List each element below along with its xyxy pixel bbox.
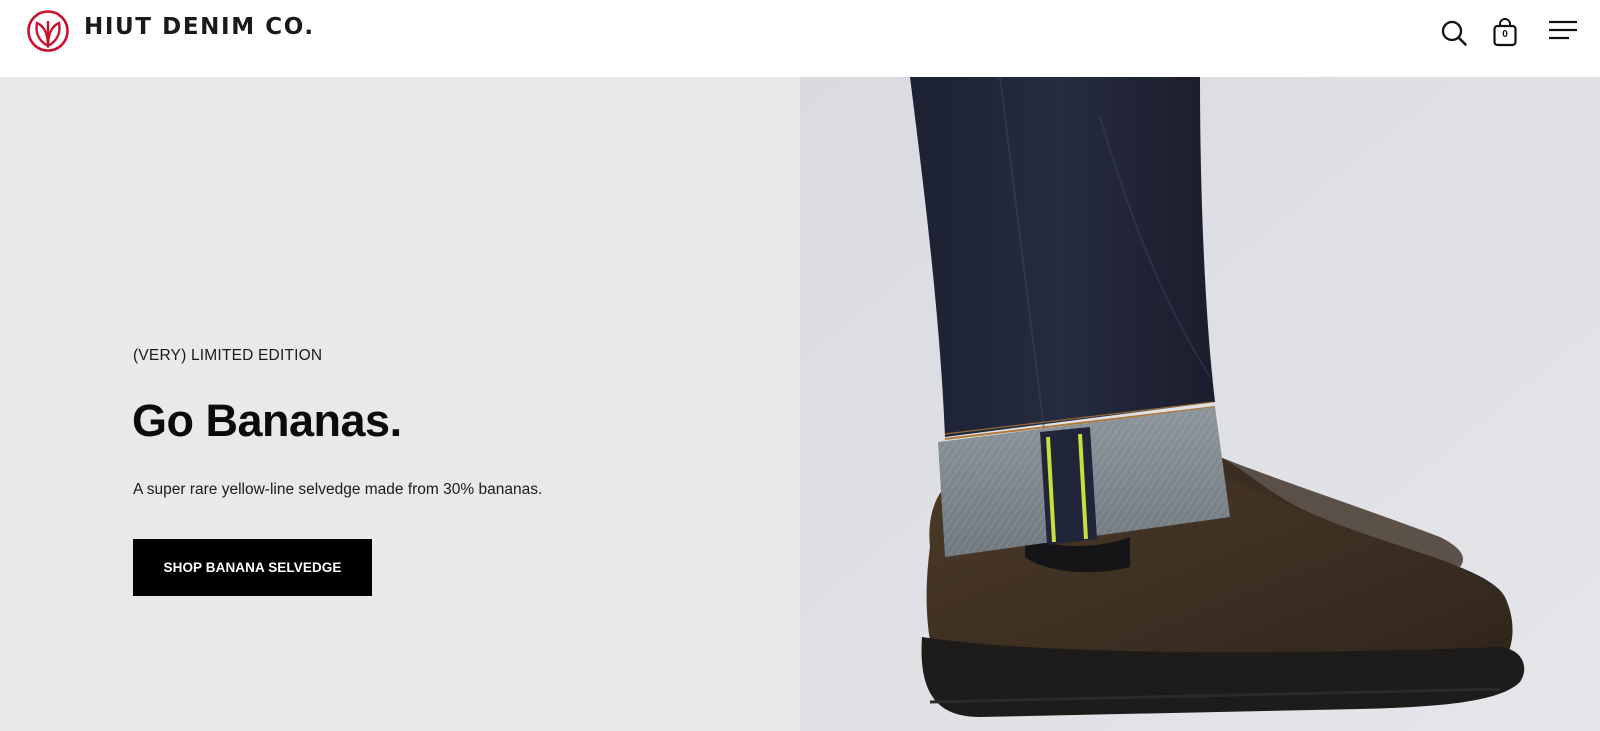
cart-count: 0 <box>1502 28 1508 40</box>
hero-title: Go Bananas. <box>132 395 402 446</box>
hero-product-image[interactable] <box>800 77 1600 731</box>
hamburger-menu-icon[interactable] <box>1548 19 1578 41</box>
jeans-boot-illustration <box>800 77 1600 731</box>
header-actions: 0 <box>1440 14 1578 47</box>
brand-name: HIUT DENIM CO. <box>84 14 315 40</box>
hero-description: A super rare yellow-line selvedge made f… <box>133 481 543 498</box>
hiut-leaf-logo-icon <box>27 10 69 52</box>
hero-banner: (VERY) LIMITED EDITION Go Bananas. A sup… <box>0 77 1600 731</box>
hero-text-panel: (VERY) LIMITED EDITION Go Bananas. A sup… <box>0 77 800 731</box>
hero-eyebrow: (VERY) LIMITED EDITION <box>133 347 323 364</box>
cart-button[interactable]: 0 <box>1492 17 1518 47</box>
search-icon[interactable] <box>1440 19 1468 47</box>
brand-home-link[interactable]: HIUT DENIM CO. <box>26 8 315 54</box>
site-header: HIUT DENIM CO. 0 <box>0 0 1600 77</box>
shop-banana-selvedge-button[interactable]: SHOP BANANA SELVEDGE <box>133 539 372 596</box>
